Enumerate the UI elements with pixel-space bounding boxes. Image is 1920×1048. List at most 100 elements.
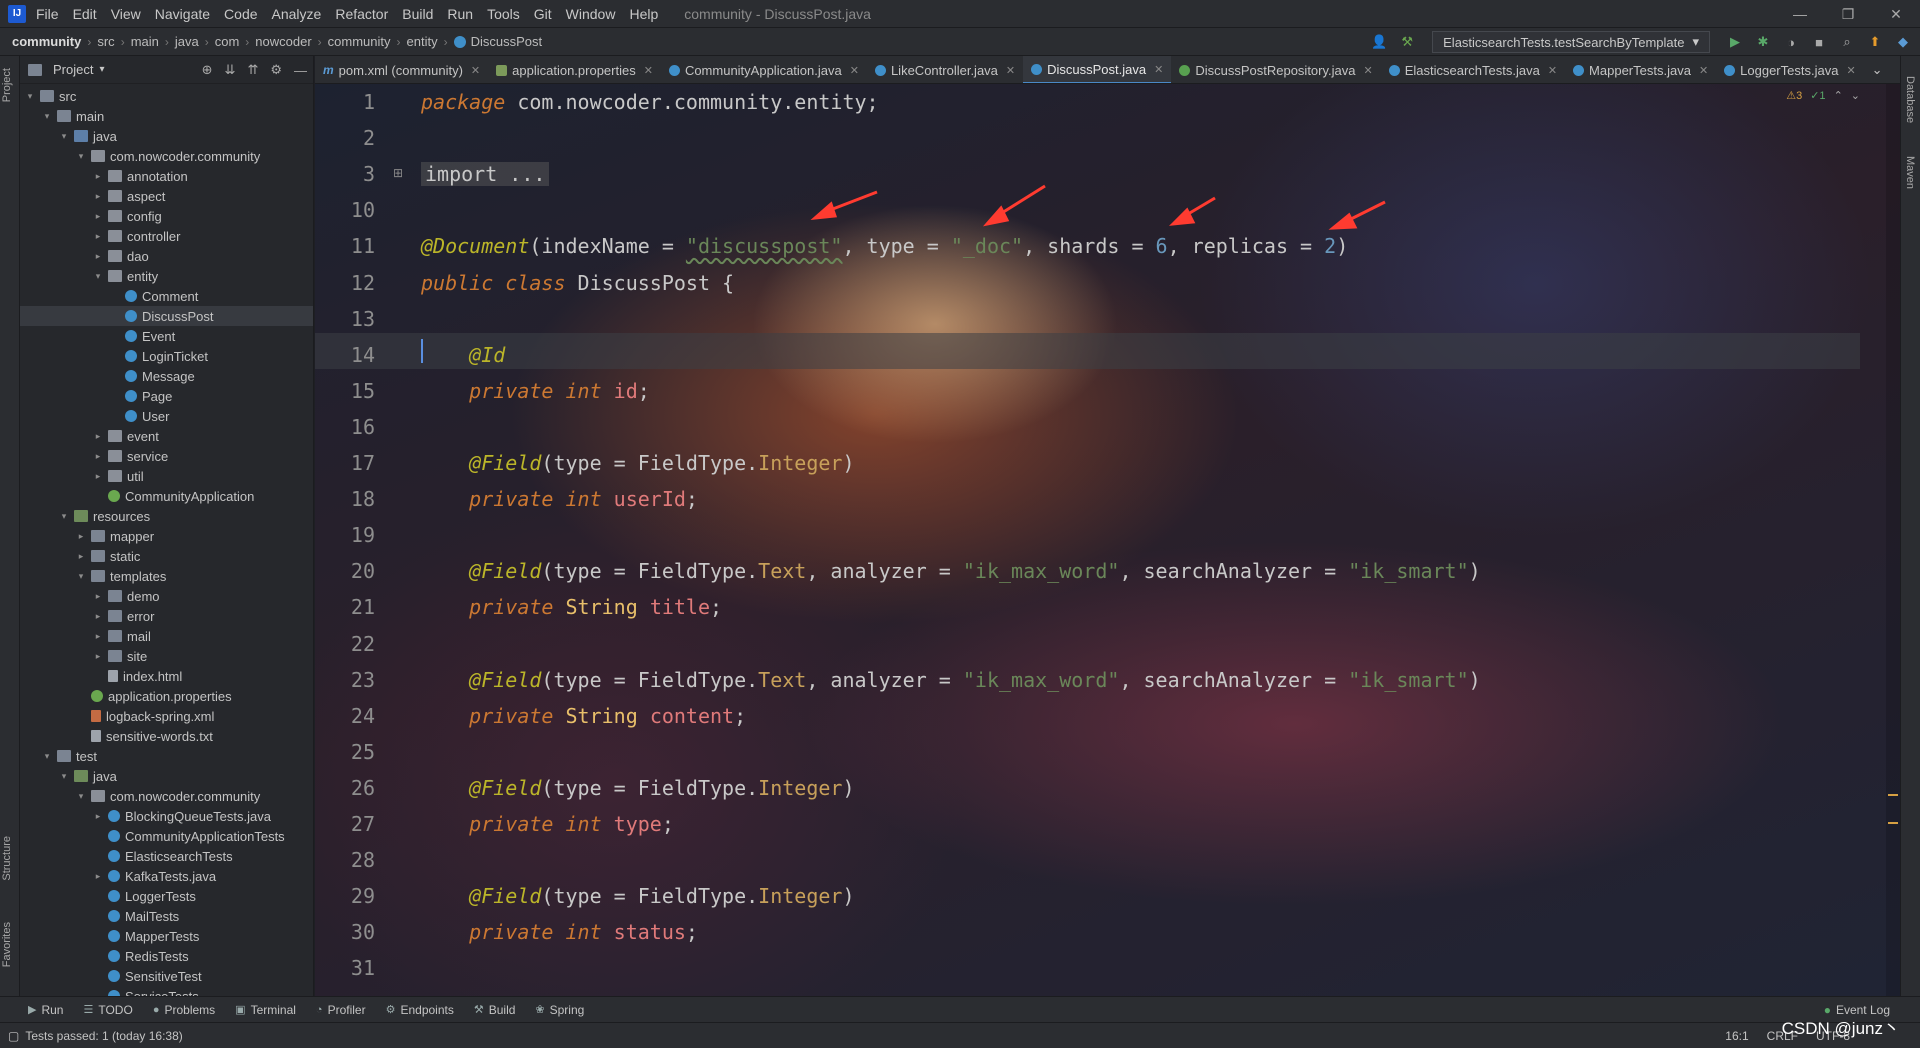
menu-git[interactable]: Git	[534, 6, 552, 22]
menu-build[interactable]: Build	[402, 6, 433, 22]
breadcrumb-item[interactable]: community	[12, 34, 81, 49]
tree-item[interactable]: ▾ java	[20, 766, 313, 786]
stop-icon[interactable]: ■	[1810, 33, 1828, 51]
tree-item[interactable]: ▸ static	[20, 546, 313, 566]
chevron-right-icon[interactable]: ▸	[92, 471, 104, 482]
chevron-right-icon[interactable]: ▸	[75, 531, 87, 542]
ide-logo-icon[interactable]: ◆	[1894, 33, 1912, 51]
chevron-down-icon[interactable]: ▾	[99, 64, 104, 75]
chevron-down-icon[interactable]: ▾	[75, 151, 87, 162]
tree-item[interactable]: ▸ service	[20, 446, 313, 466]
tool-spring-button[interactable]: ❀ Spring	[535, 1003, 584, 1017]
tree-item[interactable]: ▾ templates	[20, 566, 313, 586]
chevron-right-icon[interactable]: ▸	[92, 231, 104, 242]
tool-problems-button[interactable]: ● Problems	[153, 1003, 215, 1017]
tree-item[interactable]: CommunityApplication	[20, 486, 313, 506]
tree-item[interactable]: LoggerTests	[20, 886, 313, 906]
chevron-down-icon[interactable]: ▾	[41, 111, 53, 122]
chevron-down-icon[interactable]: ▾	[58, 131, 70, 142]
editor-tab[interactable]: DiscussPostRepository.java ✕	[1171, 56, 1380, 83]
editor-tab[interactable]: LoggerTests.java ✕	[1716, 56, 1864, 83]
tree-item[interactable]: Page	[20, 386, 313, 406]
tree-item[interactable]: ▾ java	[20, 126, 313, 146]
tree-item[interactable]: ▾ test	[20, 746, 313, 766]
tab-list-chevron-icon[interactable]: ⌄	[1864, 56, 1891, 83]
warning-marker[interactable]	[1888, 794, 1898, 796]
editor-tab[interactable]: CommunityApplication.java ✕	[661, 56, 867, 83]
tree-item[interactable]: ▸ event	[20, 426, 313, 446]
caret-position[interactable]: 16:1	[1725, 1029, 1748, 1043]
chevron-down-icon[interactable]: ▾	[24, 91, 36, 102]
tree-item[interactable]: ElasticsearchTests	[20, 846, 313, 866]
run-configuration-select[interactable]: ElasticsearchTests.testSearchByTemplate …	[1432, 31, 1710, 53]
structure-tool-tab[interactable]: Structure	[1, 836, 13, 881]
tree-item[interactable]: RedisTests	[20, 946, 313, 966]
tree-item[interactable]: ▾ com.nowcoder.community	[20, 146, 313, 166]
tree-item[interactable]: ▾ src	[20, 86, 313, 106]
chevron-right-icon[interactable]: ▸	[92, 611, 104, 622]
close-icon[interactable]: ✕	[644, 64, 653, 77]
tree-item[interactable]: ▸ BlockingQueueTests.java	[20, 806, 313, 826]
editor-scrollbar[interactable]	[1886, 84, 1900, 996]
tree-item[interactable]: ▸ util	[20, 466, 313, 486]
debug-icon[interactable]: ✱	[1754, 33, 1772, 51]
tree-item[interactable]: index.html	[20, 666, 313, 686]
close-icon[interactable]: ✕	[1548, 64, 1557, 77]
editor-tab[interactable]: ElasticsearchTests.java ✕	[1381, 56, 1565, 83]
tool-terminal-button[interactable]: ▣ Terminal	[235, 1003, 296, 1017]
expand-all-icon[interactable]: ⇊	[225, 62, 236, 78]
update-icon[interactable]: ⬆	[1866, 33, 1884, 51]
tree-item[interactable]: application.properties	[20, 686, 313, 706]
restore-icon[interactable]: ❐	[1824, 0, 1872, 28]
tree-item[interactable]: DiscussPost	[20, 306, 313, 326]
breadcrumb-item[interactable]: com	[215, 34, 240, 49]
status-message[interactable]: ▢ Tests passed: 1 (today 16:38)	[8, 1029, 183, 1043]
chevron-right-icon[interactable]: ▸	[92, 451, 104, 462]
tree-item[interactable]: ▾ main	[20, 106, 313, 126]
close-icon[interactable]: ✕	[1699, 64, 1708, 77]
close-icon[interactable]: ✕	[1872, 0, 1920, 28]
menu-code[interactable]: Code	[224, 6, 257, 22]
chevron-up-icon[interactable]: ⌃	[1834, 89, 1843, 102]
locate-icon[interactable]: ⊕	[202, 62, 213, 78]
editor-tab[interactable]: LikeController.java ✕	[867, 56, 1023, 83]
breadcrumb-item[interactable]: community	[328, 34, 391, 49]
tree-item[interactable]: ▸ demo	[20, 586, 313, 606]
chevron-right-icon[interactable]: ▸	[92, 631, 104, 642]
project-tool-tab[interactable]: Project	[1, 68, 13, 102]
menu-navigate[interactable]: Navigate	[155, 6, 210, 22]
chevron-down-icon[interactable]: ⌄	[1851, 89, 1860, 102]
menu-help[interactable]: Help	[629, 6, 658, 22]
close-icon[interactable]: ✕	[1006, 64, 1015, 77]
chevron-right-icon[interactable]: ▸	[92, 431, 104, 442]
menu-window[interactable]: Window	[566, 6, 616, 22]
tree-item[interactable]: LoginTicket	[20, 346, 313, 366]
close-icon[interactable]: ✕	[471, 64, 480, 77]
menu-run[interactable]: Run	[447, 6, 473, 22]
close-icon[interactable]: ✕	[1154, 63, 1163, 76]
run-icon[interactable]: ▶	[1726, 33, 1744, 51]
tree-item[interactable]: ▾ entity	[20, 266, 313, 286]
chevron-right-icon[interactable]: ▸	[92, 211, 104, 222]
editor-tab[interactable]: DiscussPost.java ✕	[1023, 56, 1172, 83]
menu-tools[interactable]: Tools	[487, 6, 520, 22]
menu-edit[interactable]: Edit	[73, 6, 97, 22]
chevron-right-icon[interactable]: ▸	[92, 591, 104, 602]
code-editor[interactable]: 1 2 3 ⊞ 10 11 12 13 14 15 16 17 18 19 20 21 22 23 24 25 26 27…	[315, 84, 1900, 996]
editor-tab[interactable]: MapperTests.java ✕	[1565, 56, 1716, 83]
chevron-down-icon[interactable]: ▾	[58, 511, 70, 522]
breadcrumb-item[interactable]: entity	[407, 34, 438, 49]
inspection-widget[interactable]: ⚠3 ✓1 ⌃ ⌄	[1786, 84, 1860, 106]
project-panel-title[interactable]: Project	[53, 62, 93, 77]
breadcrumb-item[interactable]: java	[175, 34, 199, 49]
chevron-right-icon[interactable]: ▸	[92, 191, 104, 202]
menu-analyze[interactable]: Analyze	[272, 6, 322, 22]
chevron-down-icon[interactable]: ▾	[58, 771, 70, 782]
collapse-all-icon[interactable]: ⇈	[247, 62, 258, 78]
close-icon[interactable]: ✕	[1363, 64, 1372, 77]
tool-endpoints-button[interactable]: ⚙ Endpoints	[386, 1003, 454, 1017]
tree-item[interactable]: ▸ controller	[20, 226, 313, 246]
tree-item[interactable]: ▸ error	[20, 606, 313, 626]
tree-item[interactable]: SensitiveTest	[20, 966, 313, 986]
maven-tool-tab[interactable]: Maven	[1904, 156, 1916, 189]
